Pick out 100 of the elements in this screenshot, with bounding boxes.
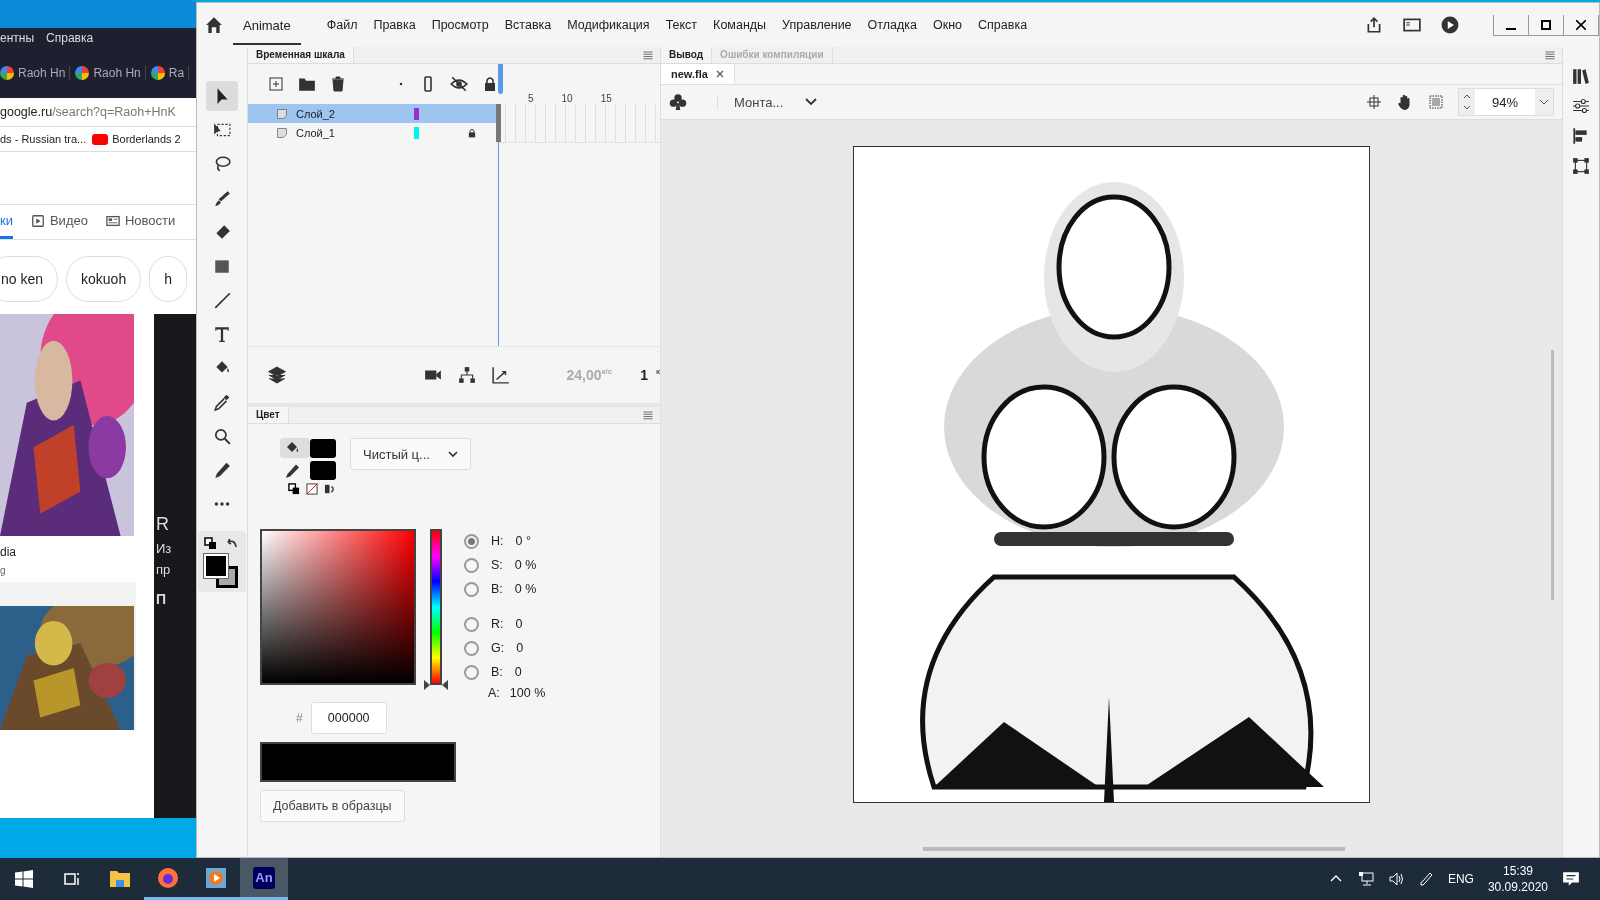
close-icon[interactable] — [715, 70, 724, 78]
panel-tab[interactable]: Цвет — [248, 407, 289, 423]
stroke-color-swatch[interactable] — [310, 461, 336, 480]
radio-button[interactable] — [464, 664, 479, 680]
channel-value[interactable]: 0 — [514, 665, 522, 679]
taskbar-app[interactable]: An — [240, 858, 288, 900]
eye-hidden-icon[interactable] — [450, 75, 468, 93]
line-icon[interactable] — [213, 291, 231, 309]
menu-item[interactable]: Справка — [46, 31, 94, 45]
brush-icon[interactable] — [213, 189, 231, 207]
menu-icon[interactable] — [642, 409, 654, 421]
hex-field[interactable]: 000000 — [310, 702, 387, 734]
menu-item[interactable]: Текст — [657, 18, 706, 32]
rectangle-icon[interactable] — [213, 257, 231, 275]
search-tab[interactable]: ки — [0, 205, 13, 239]
channel-value[interactable]: 0 — [516, 641, 524, 655]
slider-thumb[interactable] — [424, 680, 448, 690]
radio-button[interactable] — [464, 557, 479, 573]
stroke-fill-swatch[interactable] — [204, 554, 240, 586]
trash-icon[interactable] — [330, 76, 346, 92]
play-icon[interactable] — [1441, 16, 1459, 34]
menu-item[interactable]: Окно — [925, 18, 971, 32]
color-gradient-square[interactable] — [260, 529, 416, 685]
layer-row[interactable]: Слой_2 — [248, 104, 496, 123]
browser-tab[interactable]: Ra — [150, 66, 190, 80]
menu-item[interactable]: Модификация — [559, 18, 658, 32]
layer-icon[interactable] — [276, 107, 288, 120]
lock-icon[interactable] — [482, 76, 498, 92]
scene-dropdown[interactable]: Монта... — [717, 94, 818, 110]
tool-button[interactable] — [206, 81, 238, 111]
network-icon[interactable] — [1357, 871, 1374, 887]
alpha-value[interactable]: 100 % — [509, 686, 546, 700]
menu-item[interactable]: Вставка — [496, 18, 560, 32]
channel-value[interactable]: 0 % — [514, 558, 537, 572]
menu-item[interactable]: ентны — [0, 31, 35, 45]
layers-icon[interactable] — [268, 366, 286, 384]
menu-item[interactable]: Правка — [365, 18, 424, 32]
lasso-icon[interactable] — [213, 155, 231, 173]
add-layer-icon[interactable] — [268, 76, 284, 92]
notification-icon[interactable] — [1562, 870, 1580, 888]
menu-icon[interactable] — [1544, 49, 1556, 61]
menu-item[interactable]: Справка — [970, 18, 1036, 32]
radio-button[interactable] — [464, 581, 479, 597]
app-name[interactable]: Animate — [233, 5, 301, 45]
current-frame[interactable]: 1 $^{к}$ — [640, 367, 660, 383]
folder-icon[interactable] — [298, 75, 316, 93]
transform-icon[interactable] — [213, 121, 231, 139]
align-icon[interactable] — [1572, 127, 1590, 145]
bookmark[interactable]: Borderlands 2 — [92, 133, 181, 145]
swap-colors-icon[interactable] — [204, 537, 217, 550]
radio-button[interactable] — [464, 616, 479, 632]
radio-button[interactable] — [464, 640, 479, 656]
menu-item[interactable]: Файл — [318, 18, 366, 32]
layer-color-swatch[interactable] — [414, 126, 419, 139]
transform-panel-icon[interactable] — [1572, 157, 1590, 175]
clock-time[interactable]: 15:39 — [1502, 864, 1533, 878]
pencil-icon[interactable] — [284, 462, 300, 479]
panel-tab[interactable]: Вывод — [661, 47, 713, 63]
swap-colors-icon[interactable] — [324, 483, 336, 495]
bookmark[interactable]: ds - Russian tra... — [0, 133, 87, 145]
channel-value[interactable]: 0 % — [514, 582, 537, 596]
crosshair-icon[interactable] — [1366, 94, 1382, 110]
keyframe[interactable] — [496, 103, 501, 123]
fill-type-dropdown[interactable]: Чистый ц... — [350, 438, 471, 470]
default-colors-icon[interactable] — [288, 483, 300, 495]
result-title[interactable]: dia — [0, 545, 136, 559]
undo-icon[interactable] — [225, 537, 238, 550]
clip-icon[interactable] — [1428, 94, 1444, 110]
zoom-icon[interactable] — [213, 427, 231, 445]
layer-row[interactable]: Слой_1 — [248, 123, 496, 142]
menu-icon[interactable] — [642, 49, 654, 61]
share-icon[interactable] — [1365, 16, 1383, 34]
panel-tab[interactable]: Временная шкала — [248, 47, 354, 63]
pen-icon[interactable] — [1417, 871, 1434, 887]
search-tab[interactable]: Новости — [105, 205, 176, 239]
layer-icon[interactable] — [276, 126, 288, 139]
hierarchy-icon[interactable] — [458, 366, 477, 384]
add-swatch-button[interactable]: Добавить в образцы — [260, 790, 405, 822]
properties-icon[interactable] — [1572, 97, 1590, 115]
stepper-icon[interactable] — [1463, 93, 1471, 111]
channel-value[interactable]: 0 ° — [515, 534, 531, 548]
menu-item[interactable]: Команды — [705, 18, 775, 32]
search-tab[interactable]: Видео — [30, 205, 88, 239]
clock-date[interactable]: 30.09.2020 — [1487, 880, 1548, 894]
channel-value[interactable]: 0 — [515, 617, 523, 631]
eyedropper-icon[interactable] — [213, 393, 231, 411]
browser-tab[interactable]: Raoh Hn — [0, 66, 71, 80]
pencil-icon[interactable] — [213, 461, 231, 479]
newspaper-icon[interactable] — [105, 213, 120, 228]
menu-item[interactable]: Отладка — [859, 18, 925, 32]
radio-button[interactable] — [464, 533, 479, 549]
no-color-icon[interactable] — [306, 483, 318, 495]
document-tab[interactable]: new.fla — [661, 64, 735, 84]
language-indicator[interactable]: ENG — [1447, 872, 1474, 886]
chevron-down-icon[interactable] — [1539, 98, 1549, 106]
play-box-icon[interactable] — [30, 213, 45, 228]
speaker-icon[interactable] — [1387, 871, 1404, 887]
text-icon[interactable] — [213, 325, 231, 343]
lock-icon[interactable] — [467, 127, 477, 138]
zoom-field[interactable]: 94% — [1458, 88, 1554, 116]
